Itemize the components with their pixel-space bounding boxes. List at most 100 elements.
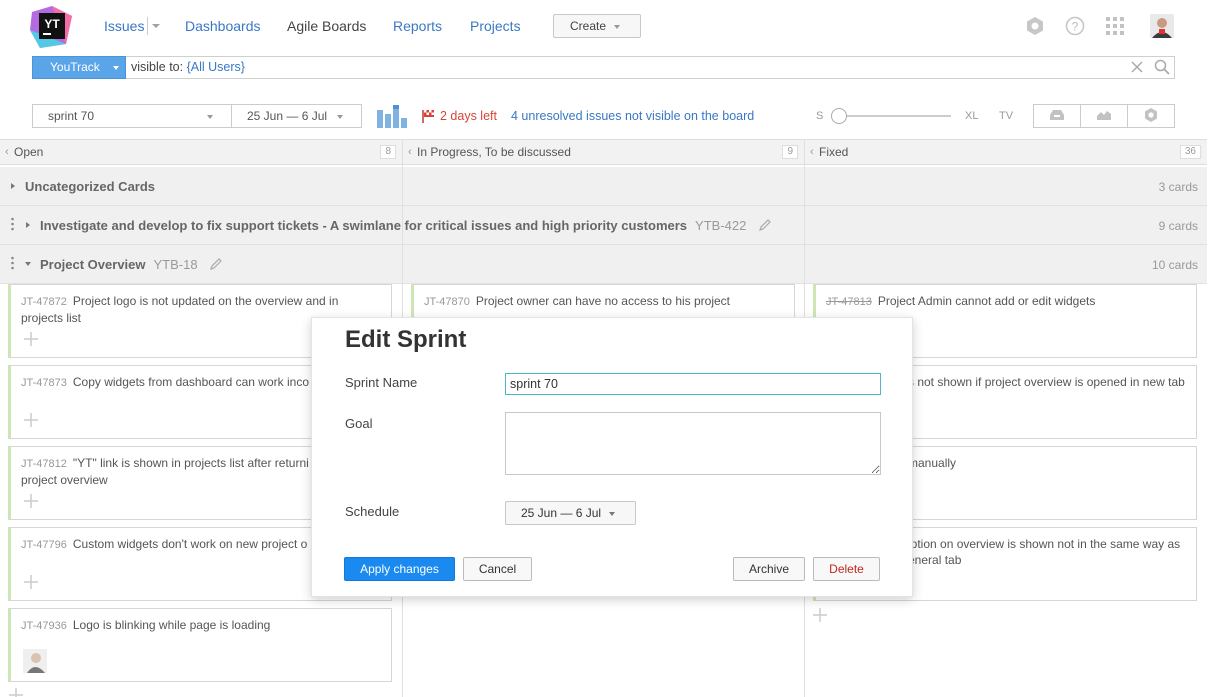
chevron-left-icon[interactable]: ‹ (810, 140, 814, 164)
swimlane-title: Uncategorized Cards (25, 179, 156, 194)
pencil-icon[interactable] (758, 218, 772, 232)
issue-summary: manually (908, 456, 957, 470)
collapse-icon[interactable] (25, 262, 31, 266)
backlog-button[interactable] (1034, 105, 1081, 127)
issues-dropdown-icon[interactable] (152, 24, 160, 28)
add-icon[interactable] (23, 331, 39, 347)
user-avatar[interactable] (1150, 14, 1174, 38)
column-label: In Progress, To be discussed (417, 145, 571, 159)
column-count: 9 (782, 145, 798, 159)
swimlane-title: Project Overview YTB-18 (40, 257, 198, 272)
nav-issues[interactable]: Issues (104, 18, 144, 34)
help-icon[interactable]: ? (1064, 15, 1086, 37)
nav-dashboards[interactable]: Dashboards (185, 18, 261, 34)
nav-separator (147, 17, 148, 35)
issue-id[interactable]: JT-47813 (826, 296, 872, 308)
sprint-name-input[interactable] (505, 373, 881, 395)
add-icon[interactable] (23, 412, 39, 428)
expand-icon[interactable] (11, 183, 15, 189)
issue-summary: Logo is blinking while page is loading (72, 618, 271, 632)
search-query-value: {All Users} (186, 60, 245, 74)
sprint-select[interactable]: sprint 70 (32, 104, 232, 128)
schedule-label: Schedule (345, 504, 400, 519)
issue-summary: Project owner can have no access to his … (475, 294, 731, 308)
add-icon[interactable] (8, 687, 24, 697)
column-header-fixed[interactable]: ‹ Fixed 36 (805, 139, 1207, 165)
column-header-open[interactable]: ‹ Open 8 (0, 139, 402, 165)
add-icon[interactable] (23, 493, 39, 509)
inbox-icon (1049, 109, 1065, 124)
search-icon[interactable] (1154, 59, 1170, 75)
cancel-button[interactable]: Cancel (463, 557, 532, 581)
column-label: Fixed (819, 145, 849, 159)
settings-icon[interactable] (1024, 15, 1046, 37)
swimlane-issue-id[interactable]: YTB-18 (154, 257, 198, 272)
issue-summary-cont: eneral tab (908, 553, 962, 567)
edit-sprint-dialog: Edit Sprint Sprint Name Goal Schedule 25… (311, 317, 913, 597)
swimlane-card-count: 9 cards (1158, 219, 1198, 233)
sprint-dates-select[interactable]: 25 Jun — 6 Jul (231, 104, 362, 128)
chevron-left-icon[interactable]: ‹ (408, 140, 412, 164)
issue-summary: iption on overview is shown not in the s… (908, 537, 1181, 551)
size-label-s: S (816, 110, 824, 122)
swimlane-title-text: Investigate and develop to fix support t… (40, 218, 688, 233)
burndown-chart-icon[interactable] (377, 104, 407, 128)
area-chart-icon (1096, 109, 1112, 124)
chevron-down-icon (614, 25, 620, 29)
goal-textarea[interactable] (505, 412, 881, 475)
add-icon[interactable] (23, 574, 39, 590)
swimlane-support-tickets[interactable]: Investigate and develop to fix support t… (0, 206, 1207, 245)
chevron-down-icon (609, 512, 615, 516)
issue-id[interactable]: JT-47872 (21, 296, 67, 308)
search-input[interactable]: visible to: {All Users} (131, 60, 245, 74)
board-chart-button[interactable] (1081, 105, 1128, 127)
drag-handle-icon[interactable] (11, 217, 14, 231)
drag-handle-icon[interactable] (11, 256, 14, 270)
apps-grid-icon[interactable] (1104, 15, 1126, 37)
nav-projects[interactable]: Projects (470, 18, 521, 34)
unresolved-issues-link[interactable]: 4 unresolved issues not visible on the b… (511, 109, 754, 123)
goal-label: Goal (345, 416, 373, 431)
dialog-title: Edit Sprint (345, 326, 467, 353)
nav-reports[interactable]: Reports (393, 18, 442, 34)
issue-id[interactable]: JT-47870 (424, 296, 470, 308)
card-size-slider-handle[interactable] (831, 108, 847, 124)
swimlane-title-text: Project Overview (40, 257, 146, 272)
delete-button[interactable]: Delete (813, 557, 880, 581)
board-settings-button[interactable] (1128, 105, 1174, 127)
pencil-icon[interactable] (209, 257, 223, 271)
swimlane-project-overview[interactable]: Project Overview YTB-18 10 cards (0, 245, 1207, 284)
size-label-tv: TV (999, 110, 1014, 122)
add-icon[interactable] (812, 607, 828, 623)
search-bar[interactable]: YouTrack visible to: {All Users} (32, 56, 1175, 79)
issue-card[interactable]: JT-47936 Logo is blinking while page is l… (8, 608, 392, 682)
apply-changes-button[interactable]: Apply changes (344, 557, 455, 581)
card-size-slider[interactable] (838, 115, 951, 117)
issue-summary: "YT" link is shown in projects list afte… (72, 456, 309, 470)
close-icon[interactable] (1130, 60, 1144, 74)
issue-id[interactable]: JT-47936 (21, 620, 67, 632)
assignee-avatar[interactable] (23, 649, 47, 673)
issue-summary: Copy widgets from dashboard can work inc… (72, 375, 309, 389)
youtrack-logo[interactable]: YT (30, 6, 74, 48)
chevron-left-icon[interactable]: ‹ (5, 140, 9, 164)
size-label-xl: XL (965, 110, 979, 122)
search-context-selector[interactable]: YouTrack (32, 56, 126, 79)
archive-button[interactable]: Archive (733, 557, 805, 581)
issue-id[interactable]: JT-47812 (21, 458, 67, 470)
swimlane-uncategorized[interactable]: Uncategorized Cards 3 cards (0, 167, 1207, 206)
swimlane-card-count: 10 cards (1151, 258, 1198, 272)
create-button[interactable]: Create (553, 14, 641, 38)
issue-summary: Project logo is not updated on the overv… (21, 294, 339, 325)
issue-id[interactable]: JT-47796 (21, 539, 67, 551)
column-header-in-progress[interactable]: ‹ In Progress, To be discussed 9 (403, 139, 804, 165)
schedule-select[interactable]: 25 Jun — 6 Jul (505, 501, 636, 525)
expand-icon[interactable] (26, 222, 30, 228)
nav-agile-boards[interactable]: Agile Boards (287, 18, 366, 34)
search-query-prefix: visible to: (131, 60, 187, 74)
chevron-down-icon (207, 115, 213, 119)
swimlane-issue-id[interactable]: YTB-422 (695, 218, 746, 233)
chevron-down-icon (337, 115, 343, 119)
board-tools-group (1033, 104, 1175, 128)
issue-id[interactable]: JT-47873 (21, 377, 67, 389)
